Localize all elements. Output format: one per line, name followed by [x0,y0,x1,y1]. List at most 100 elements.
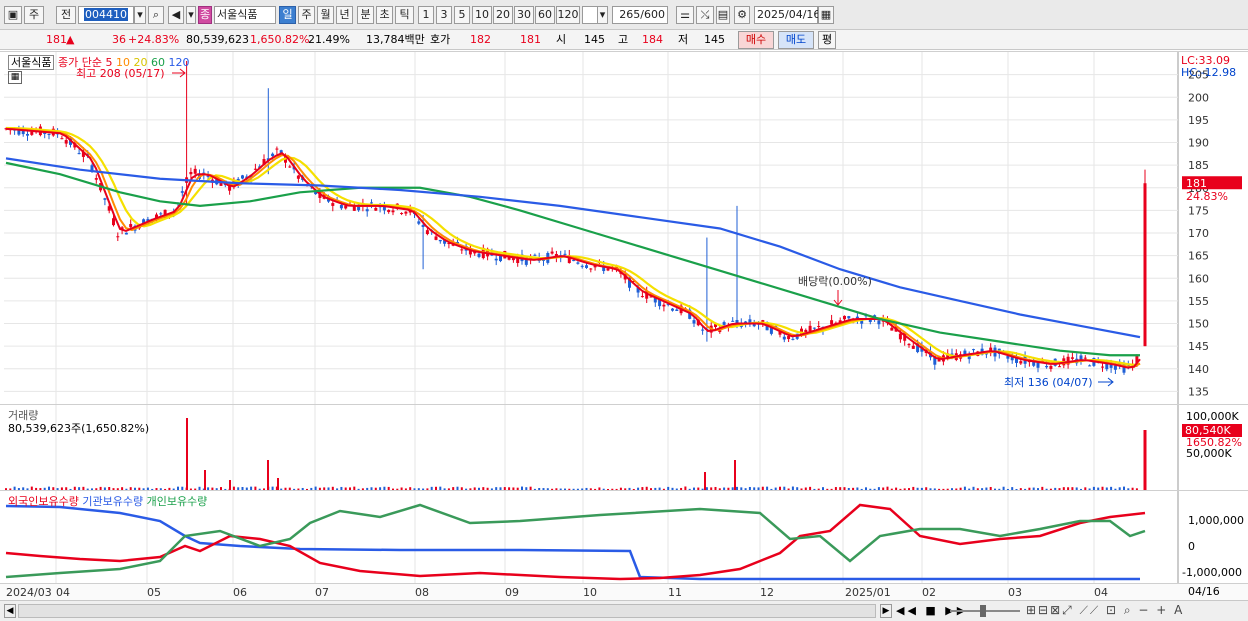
sell-button[interactable]: 매도 [778,31,814,49]
turnover-rate: 21.49% [308,33,350,46]
holding-tick-plus: 1,000,000 [1188,514,1244,527]
ma-label: 종가 단순 [57,56,102,69]
candle-body [241,175,244,179]
interval-120[interactable]: 120 [556,6,580,24]
x-axis-label: 04 [1094,586,1108,599]
candle-body [60,138,64,140]
tab-week[interactable]: 주 [298,6,315,24]
high-price: 184 [642,33,663,46]
interval-10[interactable]: 10 [472,6,492,24]
candle-body [890,327,894,331]
candle-body [421,225,425,227]
candle-body [124,232,128,235]
chart-tool-icons[interactable]: ⊞⊟⊠⤢ ⟋⟋ ⊡ ⌕ − + A [1026,603,1184,618]
volume-spike-bar [267,460,269,490]
chevron-down-icon[interactable]: ▾ [186,6,196,24]
search-icon[interactable]: ⌕ [148,6,164,24]
tab-year[interactable]: 년 [336,6,353,24]
candle-body [189,171,193,175]
stock-name-field[interactable]: 서울식품 [214,6,276,24]
interval-3[interactable]: 3 [436,6,452,24]
volume-tick-100k: 100,000K [1186,410,1239,423]
stock-name-label[interactable]: 서울식품 [8,55,55,70]
interval-30[interactable]: 30 [514,6,534,24]
drawing-icon[interactable]: ⤯ [696,6,714,24]
ma-10-label: 10 [115,56,130,69]
x-axis-label: 03 [1008,586,1022,599]
candle-body [331,203,335,206]
candle-body [438,239,442,242]
candle-body [1019,361,1023,364]
candle-body [400,212,404,214]
stock-code-input[interactable]: 004410 [78,6,134,24]
buy-button[interactable]: 매수 [738,31,774,49]
x-axis-labels: 2024/03 04 05 06 07 08 09 10 11 12 2025/01 02 03 04 [6,586,1108,599]
price-tick-label: 150 [1188,318,1209,331]
scroll-left-icon[interactable]: ◀ [4,604,16,618]
interval-5[interactable]: 5 [454,6,470,24]
candle-body [103,198,107,200]
candle-body [911,345,915,349]
price-change: 36 [112,33,126,46]
volume-spike-bar [277,478,279,490]
tab-day[interactable]: 일 [279,6,296,24]
stock-type-badge: 종 [198,6,212,24]
last-price-label: 181 [1186,177,1207,190]
chevron-down-icon[interactable]: ▾ [597,6,608,24]
holding-panel: 외국인보유수량 기관보유수량 개인보유수량 1,000,000 0 -1,000… [0,490,1248,584]
count-input[interactable]: 265/600 [612,6,668,24]
prev-select[interactable]: 전 [56,6,76,24]
candle-body [972,349,975,351]
price-panel: 2052001951901851801751701651601551501451… [0,51,1248,405]
main-toolbar: ▣ 주 전 004410 ▾ ⌕ ◀ ▾ 종 서울식품 일 주 월 년 분 초 … [0,0,1248,30]
tab-month[interactable]: 월 [317,6,334,24]
candle-body [94,178,98,180]
candle-body [1070,357,1074,359]
grid-icon[interactable]: ▦ [8,71,22,84]
candle-body [370,202,373,204]
up-arrow-icon: ▲ [66,33,75,46]
x-axis-label: 02 [922,586,936,599]
interval-1[interactable]: 1 [418,6,434,24]
candle-body [112,218,115,226]
candle-body [847,316,851,319]
bottom-toolbar: ◀ ▶ ◀◀ ■ ▶▶ ⊞⊟⊠⤢ ⟋⟋ ⊡ ⌕ − + A [0,600,1248,621]
candle-body [1058,366,1061,368]
candle-body [1083,357,1087,359]
chevron-down-icon[interactable]: ▾ [134,6,146,24]
candle-body [288,166,292,168]
candle-body [494,258,498,261]
candle-body [296,175,300,179]
volume-chart[interactable] [0,405,1248,491]
zoom-slider-handle[interactable] [980,605,986,617]
ma-5-label: 5 [105,56,113,69]
date-input[interactable]: 2025/04/16 [754,6,820,24]
layout-icon[interactable]: ▣ [4,6,22,24]
horizontal-scrollbar[interactable] [18,604,876,618]
save-icon[interactable]: ▤ [716,6,730,24]
tab-second[interactable]: 초 [376,6,393,24]
candle-body [907,343,911,346]
interval-60[interactable]: 60 [535,6,555,24]
scroll-right-icon[interactable]: ▶ [880,604,892,618]
eval-button[interactable]: 평 [818,31,836,49]
volume-last-bar [1143,430,1147,490]
candle-body [116,236,120,238]
calendar-icon[interactable]: ▦ [818,6,834,24]
candle-body [589,268,593,270]
volume-spike-bar [186,418,188,490]
price-tick-label: 175 [1188,204,1209,217]
volume-spike-bar [229,480,231,490]
tab-minute[interactable]: 분 [357,6,374,24]
candle-body [417,221,421,224]
gear-icon[interactable]: ⚙ [734,6,750,24]
tab-tick[interactable]: 틱 [395,6,414,24]
chart-type-icon[interactable]: ⚌ [676,6,694,24]
price-chart[interactable]: 2052001951901851801751701651601551501451… [0,52,1248,405]
x-axis-label: 07 [315,586,329,599]
period-select[interactable]: 주 [24,6,44,24]
speaker-icon[interactable]: ◀ [168,6,184,24]
interval-20[interactable]: 20 [493,6,513,24]
candle-body [563,253,567,255]
volume-readout: 80,539,623주(1,650.82%) [8,422,150,435]
